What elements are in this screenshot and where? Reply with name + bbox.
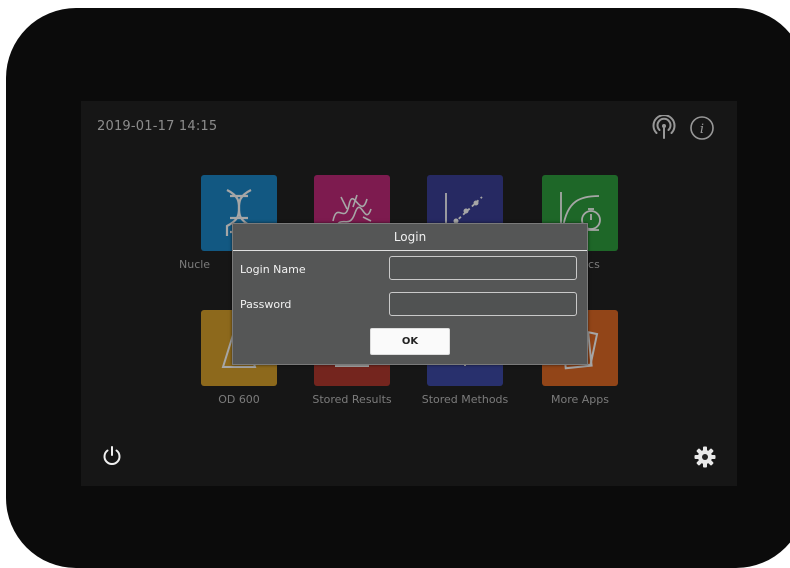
- login-dialog-title: Login: [233, 224, 587, 251]
- gear-icon[interactable]: [694, 446, 716, 468]
- power-icon[interactable]: [101, 445, 123, 467]
- login-name-input[interactable]: [389, 256, 577, 280]
- device-screen: 2019-01-17 14:15 i Nucle ics OD 600 Stor…: [81, 101, 737, 486]
- ok-button[interactable]: OK: [370, 328, 450, 355]
- password-input[interactable]: [389, 292, 577, 316]
- device-bezel: 2019-01-17 14:15 i Nucle ics OD 600 Stor…: [6, 8, 790, 568]
- login-name-label: Login Name: [240, 263, 306, 276]
- login-dialog: Login Login Name Password OK: [232, 223, 588, 365]
- password-label: Password: [240, 298, 292, 311]
